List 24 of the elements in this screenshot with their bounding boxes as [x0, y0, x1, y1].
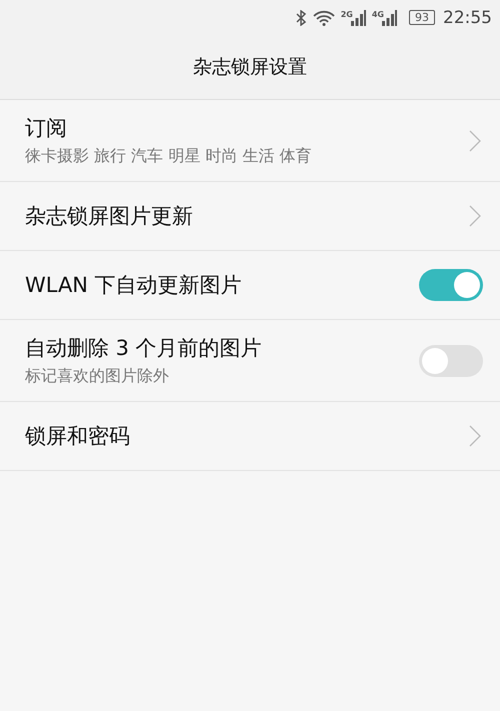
settings-row[interactable]: 锁屏和密码: [0, 402, 500, 471]
page-title: 杂志锁屏设置: [193, 55, 307, 80]
wifi-icon: [312, 10, 335, 26]
setting-title: 杂志锁屏图片更新: [25, 203, 193, 230]
bluetooth-icon: [294, 10, 307, 26]
battery-icon: 93: [409, 10, 435, 25]
settings-row[interactable]: WLAN 下自动更新图片: [0, 251, 500, 320]
settings-row[interactable]: 订阅 徕卡摄影 旅行 汽车 明星 时尚 生活 体育: [0, 100, 500, 182]
chevron-icon: [469, 130, 481, 152]
network-label: 2G: [340, 10, 353, 18]
setting-title: 订阅: [25, 115, 68, 142]
setting-title: 自动删除 3 个月前的图片: [25, 335, 262, 362]
setting-subtitle: 徕卡摄影 旅行 汽车 明星 时尚 生活 体育: [25, 146, 312, 167]
setting-title: 锁屏和密码: [25, 423, 130, 450]
settings-row[interactable]: 自动删除 3 个月前的图片 标记喜欢的图片除外: [0, 320, 500, 402]
clock-time: 22:55: [443, 8, 492, 28]
chevron-icon: [469, 205, 481, 227]
toggle-switch[interactable]: [419, 269, 483, 301]
network-label: 4G: [372, 10, 384, 18]
toggle-switch[interactable]: [419, 344, 483, 376]
chevron-icon: [469, 425, 481, 447]
setting-subtitle: 标记喜欢的图片除外: [25, 366, 170, 387]
settings-row[interactable]: 杂志锁屏图片更新: [0, 182, 500, 251]
setting-title: WLAN 下自动更新图片: [25, 272, 242, 299]
